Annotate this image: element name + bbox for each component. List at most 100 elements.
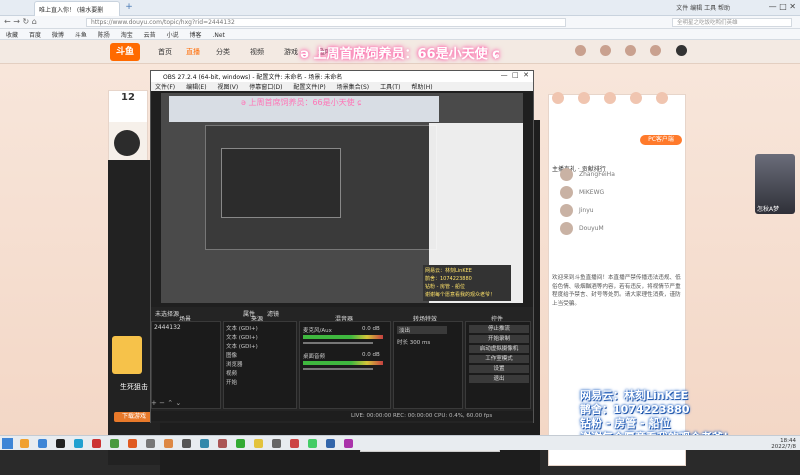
obs-preview[interactable]: ə 上周首席饲养员：66是小天使 ɕ 网易云：林刻LinKEE 鹊舍：10742… <box>161 93 523 303</box>
clock[interactable]: 18:44 2022/7/8 <box>771 438 796 450</box>
app-icon[interactable] <box>110 439 119 448</box>
virtual-camera-button[interactable]: 启动虚拟摄像机 <box>469 345 529 353</box>
gift-icon[interactable] <box>552 92 564 104</box>
report-icon[interactable] <box>604 92 616 104</box>
volume-slider[interactable] <box>303 342 373 344</box>
volume-slider[interactable] <box>303 368 373 370</box>
menu-tools[interactable]: 工具(T) <box>380 84 400 91</box>
minimize-icon[interactable]: — <box>501 71 508 79</box>
exit-button[interactable]: 退出 <box>469 375 529 383</box>
app-icon[interactable] <box>236 439 245 448</box>
settings-button[interactable]: 设置 <box>469 365 529 373</box>
close-icon[interactable]: ✕ <box>523 71 529 79</box>
move-up-icon[interactable]: ⌃ <box>167 399 173 407</box>
filters-button[interactable]: 滤镜 <box>267 309 279 318</box>
app-icon[interactable] <box>254 439 263 448</box>
app-icon[interactable] <box>308 439 317 448</box>
nav-category[interactable]: 分类 <box>216 47 230 57</box>
app-icon[interactable] <box>74 439 83 448</box>
transition-duration[interactable]: 时长 300 ms <box>397 338 430 346</box>
bookmark-item[interactable]: .Net <box>212 32 224 39</box>
app-icon[interactable] <box>218 439 227 448</box>
reload-icon[interactable]: ↻ <box>23 17 30 26</box>
browser-tab[interactable]: 唯上直入你！ (输水要删 <box>34 1 120 16</box>
history-icon[interactable] <box>575 45 586 56</box>
add-icon[interactable]: + <box>151 399 157 407</box>
source-item[interactable]: 开始 <box>226 378 296 386</box>
user-avatar[interactable] <box>676 45 687 56</box>
steam-icon[interactable] <box>326 439 335 448</box>
bookmark-item[interactable]: 收藏 <box>6 32 18 39</box>
remove-icon[interactable]: − <box>159 399 165 407</box>
message-icon[interactable] <box>650 45 661 56</box>
sources-list[interactable]: 文本 (GDI+) 文本 (GDI+) 文本 (GDI+) 图像 浏览器 视频 … <box>223 321 297 409</box>
game-badge-icon[interactable] <box>112 336 142 374</box>
fan-row[interactable]: DouyuM <box>560 222 680 238</box>
bookmark-item[interactable]: 淘宝 <box>121 32 133 39</box>
source-item[interactable]: 视频 <box>226 369 296 377</box>
bookmark-item[interactable]: 百度 <box>29 32 41 39</box>
nav-video[interactable]: 视频 <box>250 47 264 57</box>
fan-row[interactable]: MiKEWG <box>560 186 680 202</box>
back-icon[interactable]: ← <box>4 17 11 26</box>
app-icon[interactable] <box>344 439 353 448</box>
bookmark-item[interactable]: 微博 <box>52 32 64 39</box>
share-icon[interactable] <box>578 92 590 104</box>
anchor-avatar[interactable] <box>114 130 140 156</box>
more-icon[interactable] <box>656 92 668 104</box>
start-recording-button[interactable]: 开始录制 <box>469 335 529 343</box>
app-icon[interactable] <box>272 439 281 448</box>
obs-taskbar-icon[interactable] <box>182 439 191 448</box>
qq-icon[interactable] <box>56 439 65 448</box>
maximize-icon[interactable]: □ <box>779 2 787 11</box>
menu-scene-collection[interactable]: 场景集合(S) <box>337 84 370 91</box>
bookmark-item[interactable]: 博客 <box>190 32 202 39</box>
maximize-icon[interactable]: □ <box>512 71 519 79</box>
new-tab-button[interactable]: + <box>124 2 134 13</box>
source-item[interactable]: 图像 <box>226 351 296 359</box>
nav-live[interactable]: 直播 <box>186 47 200 57</box>
menu-view[interactable]: 视图(V) <box>217 84 238 91</box>
transition-select[interactable]: 淡出 <box>397 326 447 334</box>
source-item[interactable]: 文本 (GDI+) <box>226 342 296 350</box>
dock-toolbar[interactable]: + − ⌃ ⌄ <box>151 399 181 407</box>
close-icon[interactable]: ✕ <box>789 2 796 11</box>
stop-streaming-button[interactable]: 停止推流 <box>469 325 529 333</box>
browser-menu[interactable]: 文件 编辑 工具 帮助 <box>676 3 730 12</box>
nav-buttons[interactable]: ← → ↻ ⌂ <box>4 17 37 26</box>
move-down-icon[interactable]: ⌄ <box>175 399 181 407</box>
nav-home[interactable]: 首页 <box>158 47 172 57</box>
menu-docks[interactable]: 停靠窗口(D) <box>249 84 282 91</box>
download-icon[interactable] <box>625 45 636 56</box>
home-icon[interactable]: ⌂ <box>32 17 37 26</box>
download-game-button[interactable]: 下载游戏 <box>114 412 154 422</box>
url-input[interactable]: https://www.douyu.com/topic/hxg?rid=2444… <box>86 18 566 27</box>
app-icon[interactable] <box>164 439 173 448</box>
pc-client-button[interactable]: PC客户端 <box>640 135 682 145</box>
douyu-logo[interactable]: 斗鱼 <box>110 43 140 61</box>
app-icon[interactable] <box>128 439 137 448</box>
search-input[interactable]: 全明星之吃饭吃鸭们英雄 <box>672 18 792 27</box>
window-controls[interactable]: — □ ✕ <box>769 2 796 11</box>
studio-mode-button[interactable]: 工作室模式 <box>469 355 529 363</box>
fan-row[interactable]: Jinyu <box>560 204 680 220</box>
menu-profile[interactable]: 配置文件(P) <box>293 84 325 91</box>
menu-edit[interactable]: 编辑(E) <box>186 84 206 91</box>
source-item[interactable]: 浏览器 <box>226 360 296 368</box>
app-icon[interactable] <box>92 439 101 448</box>
client-icon[interactable] <box>630 92 642 104</box>
scenes-list[interactable]: 2444132 <box>151 321 221 409</box>
browser-icon[interactable] <box>38 439 47 448</box>
folder-icon[interactable] <box>20 439 29 448</box>
bookmark-item[interactable]: 云苔 <box>144 32 156 39</box>
follow-icon[interactable] <box>600 45 611 56</box>
bookmark-item[interactable]: 斗鱼 <box>75 32 87 39</box>
start-icon[interactable] <box>2 438 13 449</box>
menu-file[interactable]: 文件(F) <box>155 84 175 91</box>
source-item[interactable]: 文本 (GDI+) <box>226 333 296 341</box>
source-item[interactable]: 文本 (GDI+) <box>226 324 296 332</box>
app-icon[interactable] <box>200 439 209 448</box>
bookmark-item[interactable]: 小说 <box>167 32 179 39</box>
app-icon[interactable] <box>290 439 299 448</box>
obs-window-controls[interactable]: — □ ✕ <box>501 71 529 79</box>
